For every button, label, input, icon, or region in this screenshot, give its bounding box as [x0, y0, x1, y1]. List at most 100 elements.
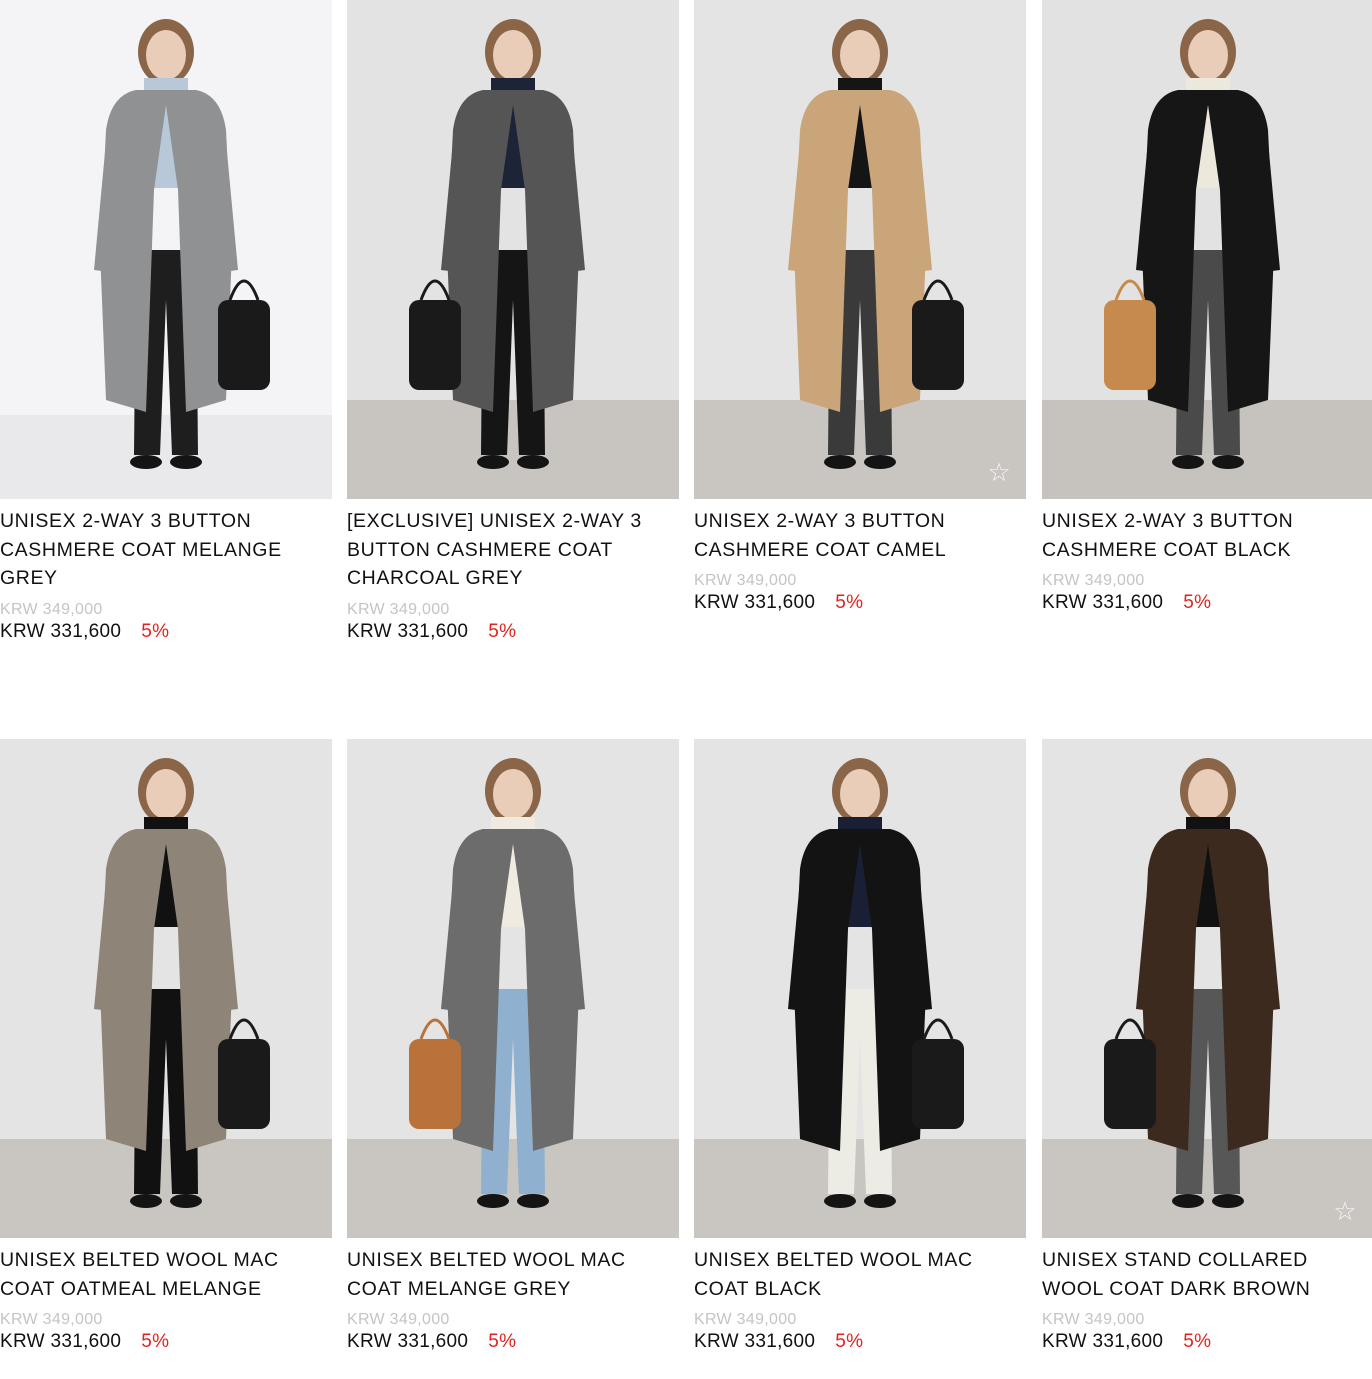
product-name[interactable]: [EXCLUSIVE] UNISEX 2-WAY 3 BUTTON CASHME… — [347, 507, 679, 593]
discount-badge: 5% — [835, 1331, 864, 1352]
sale-price: KRW 331,600 — [694, 592, 816, 613]
original-price: KRW 349,000 — [347, 600, 450, 618]
price-row: KRW 331,600 5% — [347, 1331, 679, 1353]
discount-badge: 5% — [835, 592, 864, 613]
shoe-right — [517, 1194, 549, 1208]
bag-handle — [419, 1018, 451, 1040]
product-name[interactable]: UNISEX BELTED WOOL MAC COAT MELANGE GREY — [347, 1246, 679, 1303]
shoe-left — [477, 455, 509, 469]
sale-price: KRW 331,600 — [1042, 1331, 1164, 1352]
handbag — [1104, 300, 1156, 390]
product-image[interactable] — [0, 739, 332, 1238]
product-name[interactable]: UNISEX STAND COLLARED WOOL COAT DARK BRO… — [1042, 1246, 1372, 1303]
original-price: KRW 349,000 — [0, 600, 103, 618]
discount-badge: 5% — [141, 620, 170, 642]
product-card[interactable]: ☆ UNISEX STAND COLLARED WOOL COAT DARK B… — [1042, 739, 1372, 1353]
sale-price: KRW 331,600 — [0, 620, 122, 642]
bag-handle — [228, 1018, 260, 1040]
product-card[interactable]: ☆ UNISEX 2-WAY 3 BUTTON CASHMERE COAT CA… — [694, 0, 1026, 614]
handbag — [218, 300, 270, 390]
model-face — [1188, 30, 1228, 80]
product-image[interactable] — [347, 739, 679, 1238]
model-face — [1188, 769, 1228, 819]
model-face — [840, 30, 880, 80]
product-image[interactable]: ☆ — [694, 0, 1026, 499]
handbag — [409, 300, 461, 390]
shoe-left — [1172, 455, 1204, 469]
product-card[interactable]: UNISEX 2-WAY 3 BUTTON CASHMERE COAT MELA… — [0, 0, 332, 643]
original-price: KRW 349,000 — [347, 1311, 450, 1328]
original-price: KRW 349,000 — [0, 1311, 103, 1328]
product-card[interactable]: [EXCLUSIVE] UNISEX 2-WAY 3 BUTTON CASHME… — [347, 0, 679, 643]
shoe-right — [170, 455, 202, 469]
model-face — [146, 769, 186, 819]
original-price: KRW 349,000 — [694, 1311, 797, 1328]
product-image[interactable] — [1042, 0, 1372, 499]
shoe-left — [130, 1194, 162, 1208]
discount-badge: 5% — [1183, 592, 1212, 613]
product-card[interactable]: UNISEX BELTED WOOL MAC COAT MELANGE GREY… — [347, 739, 679, 1353]
model-face — [493, 30, 533, 80]
bag-handle — [228, 279, 260, 301]
product-name[interactable]: UNISEX 2-WAY 3 BUTTON CASHMERE COAT BLAC… — [1042, 507, 1372, 564]
price-row: KRW 331,600 5% — [694, 592, 1026, 614]
discount-badge: 5% — [488, 620, 517, 642]
price-row: KRW 331,600 5% — [694, 1331, 1026, 1353]
product-card[interactable]: UNISEX 2-WAY 3 BUTTON CASHMERE COAT BLAC… — [1042, 0, 1372, 614]
star-outline-icon[interactable]: ☆ — [986, 459, 1012, 485]
shoe-left — [477, 1194, 509, 1208]
sale-price: KRW 331,600 — [694, 1331, 816, 1352]
product-card[interactable]: UNISEX BELTED WOOL MAC COAT OATMEAL MELA… — [0, 739, 332, 1353]
product-name[interactable]: UNISEX 2-WAY 3 BUTTON CASHMERE COAT MELA… — [0, 507, 332, 593]
bag-handle — [1114, 279, 1146, 301]
shoe-right — [864, 455, 896, 469]
model-face — [840, 769, 880, 819]
handbag — [912, 1039, 964, 1129]
price-row: KRW 331,600 5% — [1042, 592, 1372, 614]
product-image[interactable]: ☆ — [1042, 739, 1372, 1238]
bag-handle — [419, 279, 451, 301]
shoe-left — [1172, 1194, 1204, 1208]
model-figure — [1104, 19, 1280, 469]
original-price: KRW 349,000 — [1042, 1311, 1145, 1328]
bag-handle — [922, 1018, 954, 1040]
discount-badge: 5% — [141, 1331, 170, 1352]
price-row: KRW 331,600 5% — [1042, 1331, 1372, 1353]
model-figure — [788, 19, 964, 469]
handbag — [218, 1039, 270, 1129]
shoe-left — [824, 1194, 856, 1208]
shoe-right — [1212, 1194, 1244, 1208]
discount-badge: 5% — [488, 1331, 517, 1352]
original-price: KRW 349,000 — [1042, 572, 1145, 589]
sale-price: KRW 331,600 — [347, 1331, 469, 1352]
product-name[interactable]: UNISEX 2-WAY 3 BUTTON CASHMERE COAT CAME… — [694, 507, 1026, 564]
sale-price: KRW 331,600 — [347, 620, 469, 642]
star-outline-icon[interactable]: ☆ — [1332, 1198, 1358, 1224]
model-figure — [94, 758, 270, 1208]
product-grid: UNISEX 2-WAY 3 BUTTON CASHMERE COAT MELA… — [0, 0, 1372, 1379]
bag-handle — [922, 279, 954, 301]
model-figure — [1104, 758, 1280, 1208]
handbag — [409, 1039, 461, 1129]
model-figure — [788, 758, 964, 1208]
product-image[interactable] — [0, 0, 332, 499]
bag-handle — [1114, 1018, 1146, 1040]
product-image[interactable] — [694, 739, 1026, 1238]
shoe-left — [824, 455, 856, 469]
shoe-left — [130, 455, 162, 469]
model-figure — [94, 19, 270, 469]
handbag — [912, 300, 964, 390]
shoe-right — [864, 1194, 896, 1208]
product-name[interactable]: UNISEX BELTED WOOL MAC COAT OATMEAL MELA… — [0, 1246, 332, 1303]
model-face — [493, 769, 533, 819]
shoe-right — [1212, 455, 1244, 469]
product-image[interactable] — [347, 0, 679, 499]
model-face — [146, 30, 186, 80]
model-figure — [409, 19, 585, 469]
product-card[interactable]: UNISEX BELTED WOOL MAC COAT BLACK KRW 34… — [694, 739, 1026, 1353]
price-row: KRW 331,600 5% — [0, 621, 332, 643]
price-row: KRW 331,600 5% — [0, 1331, 332, 1353]
product-name[interactable]: UNISEX BELTED WOOL MAC COAT BLACK — [694, 1246, 1026, 1303]
shoe-right — [170, 1194, 202, 1208]
model-figure — [409, 758, 585, 1208]
